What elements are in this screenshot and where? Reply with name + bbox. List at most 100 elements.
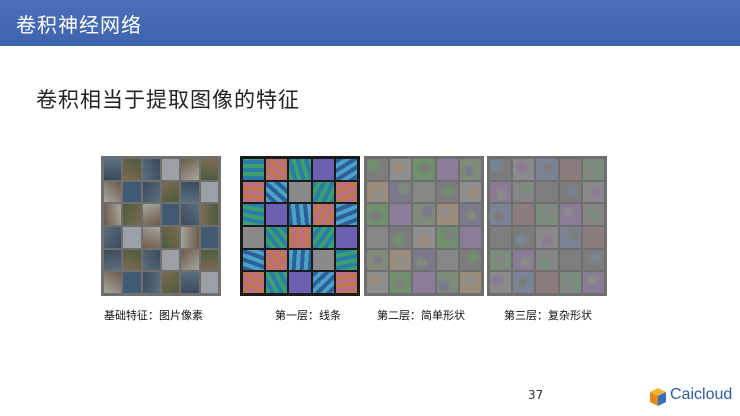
panel-simple-shapes xyxy=(364,156,484,296)
title-bar: 卷积神经网络 xyxy=(0,0,740,46)
feature-tile xyxy=(513,249,535,271)
feature-tile xyxy=(413,181,435,203)
panel-pixels-grid xyxy=(104,159,218,293)
feature-tile xyxy=(582,226,604,248)
panel-lines-grid xyxy=(243,159,357,293)
feature-tile xyxy=(436,272,458,293)
feature-tile xyxy=(559,226,581,248)
feature-tile xyxy=(104,226,122,248)
feature-tile xyxy=(367,226,389,248)
feature-tile xyxy=(162,249,180,271)
feature-tile xyxy=(536,181,558,203)
feature-tile xyxy=(289,249,311,271)
feature-tile xyxy=(390,204,412,225)
feature-tile xyxy=(243,204,265,225)
page-number: 37 xyxy=(528,388,544,402)
feature-tile xyxy=(104,181,122,203)
feature-tile xyxy=(367,159,389,180)
caption-simple-shapes: 第二层：简单形状 xyxy=(377,309,465,322)
feature-tile xyxy=(490,159,512,180)
feature-tile xyxy=(390,272,412,293)
feature-tile xyxy=(162,181,180,203)
feature-tile xyxy=(436,159,458,180)
feature-tile xyxy=(289,181,311,203)
feature-tile xyxy=(312,204,334,225)
feature-tile xyxy=(436,181,458,203)
feature-tile xyxy=(390,249,412,271)
feature-tile xyxy=(266,159,288,180)
feature-tile xyxy=(200,272,218,293)
slide-title: 卷积神经网络 xyxy=(16,13,142,37)
feature-tile xyxy=(459,272,481,293)
feature-tile xyxy=(582,272,604,293)
feature-tile xyxy=(266,181,288,203)
feature-tile xyxy=(436,204,458,225)
feature-tile xyxy=(335,249,357,271)
feature-tile xyxy=(459,159,481,180)
feature-tile xyxy=(123,272,141,293)
feature-tile xyxy=(367,249,389,271)
feature-tile xyxy=(104,272,122,293)
feature-tile xyxy=(181,181,199,203)
feature-tile xyxy=(413,272,435,293)
feature-tile xyxy=(266,204,288,225)
feature-tile xyxy=(582,159,604,180)
feature-tile xyxy=(490,204,512,225)
feature-tile xyxy=(123,204,141,225)
feature-tile xyxy=(559,249,581,271)
feature-tile xyxy=(142,204,160,225)
feature-tile xyxy=(413,226,435,248)
feature-tile xyxy=(582,204,604,225)
feature-tile xyxy=(536,249,558,271)
feature-tile xyxy=(536,159,558,180)
feature-tile xyxy=(243,226,265,248)
feature-tile xyxy=(436,249,458,271)
feature-tile xyxy=(181,226,199,248)
feature-tile xyxy=(559,272,581,293)
feature-tile xyxy=(490,181,512,203)
feature-tile xyxy=(367,204,389,225)
feature-tile xyxy=(513,181,535,203)
feature-tile xyxy=(536,272,558,293)
feature-tile xyxy=(459,226,481,248)
caicloud-logo: Caicloud xyxy=(648,384,738,412)
feature-tile xyxy=(142,159,160,180)
panel-complex-shapes-grid xyxy=(490,159,604,293)
feature-tile xyxy=(459,204,481,225)
feature-tile xyxy=(312,249,334,271)
feature-tile xyxy=(162,204,180,225)
cube-logo-icon xyxy=(650,388,666,406)
feature-tile xyxy=(266,249,288,271)
slide-subtitle: 卷积相当于提取图像的特征 xyxy=(36,88,300,112)
feature-tile xyxy=(104,204,122,225)
feature-tile xyxy=(312,181,334,203)
feature-tile xyxy=(200,204,218,225)
feature-tile xyxy=(559,159,581,180)
caption-complex-shapes: 第三层：复杂形状 xyxy=(504,309,592,322)
feature-tile xyxy=(436,226,458,248)
caption-pixels: 基础特征：图片像素 xyxy=(104,309,203,322)
feature-tile xyxy=(513,272,535,293)
feature-tile xyxy=(335,181,357,203)
feature-tile xyxy=(142,226,160,248)
feature-tile xyxy=(181,272,199,293)
panel-simple-shapes-grid xyxy=(367,159,481,293)
feature-tile xyxy=(335,272,357,293)
feature-tile xyxy=(104,159,122,180)
feature-tile xyxy=(413,249,435,271)
feature-tile xyxy=(289,226,311,248)
feature-tile xyxy=(490,249,512,271)
feature-tile xyxy=(162,159,180,180)
panel-complex-shapes xyxy=(487,156,607,296)
feature-tile xyxy=(559,181,581,203)
feature-tile xyxy=(390,159,412,180)
feature-tile xyxy=(335,226,357,248)
feature-tile xyxy=(162,226,180,248)
feature-tile xyxy=(181,159,199,180)
feature-tile xyxy=(243,249,265,271)
feature-tile xyxy=(390,226,412,248)
feature-tile xyxy=(142,249,160,271)
feature-tile xyxy=(289,272,311,293)
caption-lines: 第一层：线条 xyxy=(275,309,341,322)
feature-tile xyxy=(335,159,357,180)
